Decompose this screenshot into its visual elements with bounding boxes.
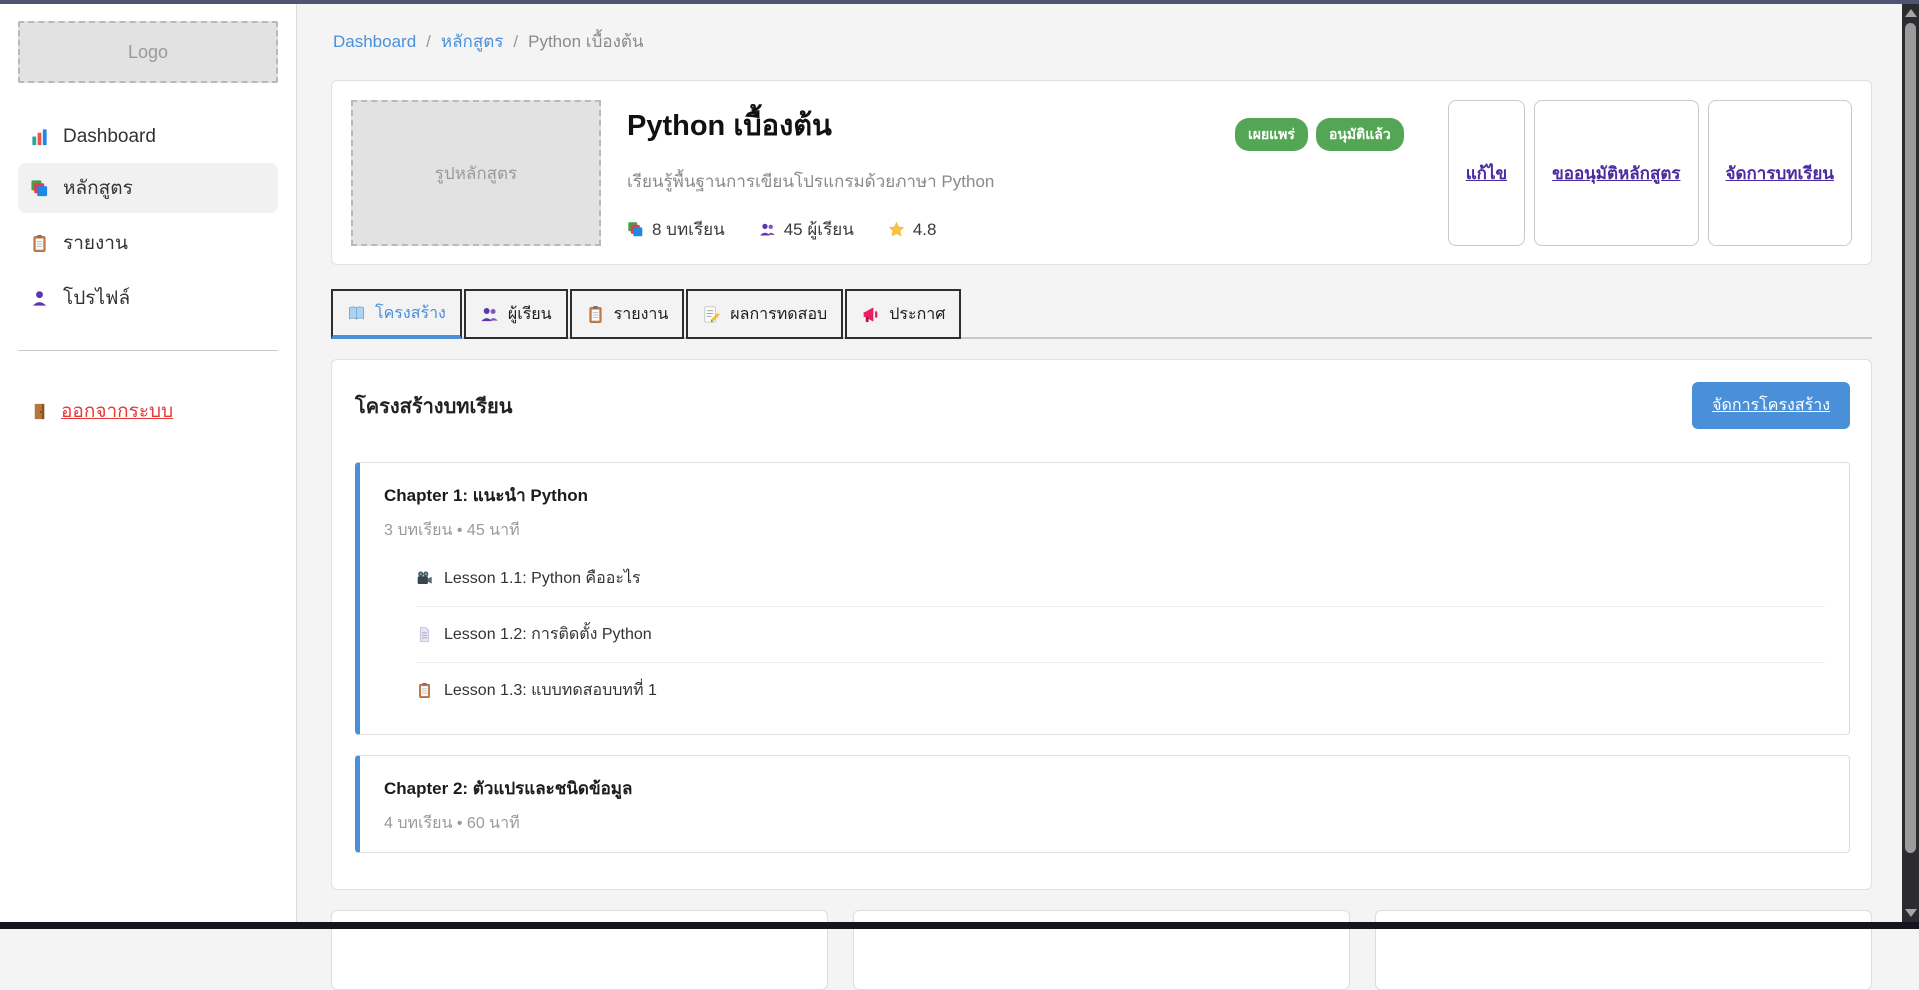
tab-structure-label: โครงสร้าง <box>375 301 446 326</box>
status-badge-published: เผยแพร่ <box>1235 118 1308 151</box>
breadcrumb: Dashboard / หลักสูตร / Python เบื้องต้น <box>331 28 1872 55</box>
window-top-edge <box>0 0 1919 4</box>
edit-course-button[interactable]: แก้ไข <box>1448 100 1525 246</box>
manage-lessons-button[interactable]: จัดการบทเรียน <box>1708 100 1853 246</box>
movie-camera-icon <box>416 570 433 587</box>
stat-students: 45 ผู้เรียน <box>759 216 854 243</box>
megaphone-icon <box>861 305 880 324</box>
breadcrumb-dashboard[interactable]: Dashboard <box>333 32 416 52</box>
lesson-row-1-3[interactable]: Lesson 1.3: แบบทดสอบบทที่ 1 <box>416 663 1825 718</box>
books-icon <box>30 179 49 198</box>
chapter-title: Chapter 2: ตัวแปรและชนิดข้อมูล <box>384 775 1825 802</box>
breadcrumb-current-course: Python เบื้องต้น <box>528 28 643 55</box>
course-description: เรียนรู้พื้นฐานการเขียนโปรแกรมด้วยภาษา P… <box>627 168 1235 195</box>
sidebar-item-label: รายงาน <box>63 228 128 258</box>
window-bottom-edge <box>0 922 1919 929</box>
sidebar-item-label: หลักสูตร <box>63 173 133 203</box>
door-icon <box>30 402 49 421</box>
busts-icon <box>480 305 499 324</box>
course-image-placeholder: รูปหลักสูตร <box>351 100 601 246</box>
sidebar-item-label: Dashboard <box>63 126 156 148</box>
sidebar-item-courses[interactable]: หลักสูตร <box>18 163 278 213</box>
tab-test-results[interactable]: ผลการทดสอบ <box>686 289 843 339</box>
edit-course-label: แก้ไข <box>1466 160 1507 187</box>
manage-lessons-label: จัดการบทเรียน <box>1726 160 1835 187</box>
sidebar-item-profile[interactable]: โปรไฟล์ <box>18 273 278 323</box>
sidebar-item-dashboard[interactable]: Dashboard <box>18 116 278 158</box>
books-icon <box>627 221 644 238</box>
main-content: Dashboard / หลักสูตร / Python เบื้องต้น … <box>297 4 1902 922</box>
vertical-scrollbar[interactable] <box>1902 4 1919 922</box>
scroll-down-arrow-icon[interactable] <box>1905 909 1917 917</box>
course-title: Python เบื้องต้น <box>627 102 1235 148</box>
structure-panel-header: โครงสร้างบทเรียน จัดการโครงสร้าง <box>355 382 1850 429</box>
tab-test-results-label: ผลการทดสอบ <box>730 302 827 327</box>
logout-label: ออกจากระบบ <box>61 396 173 426</box>
structure-panel: โครงสร้างบทเรียน จัดการโครงสร้าง Chapter… <box>331 359 1872 890</box>
stat-rating-label: 4.8 <box>913 220 937 240</box>
stat-rating: 4.8 <box>888 220 937 240</box>
sidebar-item-reports[interactable]: รายงาน <box>18 218 278 268</box>
tab-announcements[interactable]: ประกาศ <box>845 289 961 339</box>
lesson-list: Lesson 1.1: Python คืออะไร Lesson 1.2: ก… <box>416 551 1825 718</box>
course-actions: แก้ไข ขออนุมัติหลักสูตร จัดการบทเรียน <box>1448 100 1852 246</box>
lesson-label: Lesson 1.2: การติดตั้ง Python <box>444 622 652 647</box>
tab-reports-label: รายงาน <box>614 302 669 327</box>
lesson-row-1-1[interactable]: Lesson 1.1: Python คืออะไร <box>416 551 1825 607</box>
sidebar-item-label: โปรไฟล์ <box>63 283 130 313</box>
course-status-badges: เผยแพร่ อนุมัติแล้ว <box>1235 118 1404 151</box>
logo-placeholder: Logo <box>18 21 278 83</box>
clipboard-icon <box>30 234 49 253</box>
chapter-meta: 4 บทเรียน • 60 นาที <box>384 811 1825 836</box>
chapter-title: Chapter 1: แนะนำ Python <box>384 482 1825 509</box>
chapter-card-1: Chapter 1: แนะนำ Python 3 บทเรียน • 45 น… <box>355 462 1850 735</box>
tab-announcements-label: ประกาศ <box>889 302 945 327</box>
breadcrumb-separator: / <box>513 32 518 52</box>
person-icon <box>30 289 49 308</box>
sidebar: Logo Dashboard หลักสูตร รายงาน โปรไฟล์ อ <box>0 4 297 922</box>
manage-structure-label: จัดการโครงสร้าง <box>1712 397 1830 414</box>
chapter-meta: 3 บทเรียน • 45 นาที <box>384 518 1825 543</box>
scrollbar-thumb[interactable] <box>1905 23 1916 853</box>
page-icon <box>416 626 433 643</box>
stat-lessons: 8 บทเรียน <box>627 216 725 243</box>
course-tab-bar: โครงสร้าง ผู้เรียน รายงาน ผลการทดสอบ ประ… <box>331 289 1872 339</box>
app-root: Logo Dashboard หลักสูตร รายงาน โปรไฟล์ อ <box>0 0 1919 929</box>
course-stats: 8 บทเรียน 45 ผู้เรียน 4.8 <box>627 216 1235 243</box>
breadcrumb-separator: / <box>426 32 431 52</box>
request-approval-label: ขออนุมัติหลักสูตร <box>1552 160 1680 187</box>
lesson-label: Lesson 1.1: Python คืออะไร <box>444 566 641 591</box>
tab-students-label: ผู้เรียน <box>508 302 552 327</box>
course-info: Python เบื้องต้น เรียนรู้พื้นฐานการเขียน… <box>627 100 1235 243</box>
sidebar-divider <box>18 350 278 351</box>
clipboard-icon <box>416 682 433 699</box>
lesson-row-1-2[interactable]: Lesson 1.2: การติดตั้ง Python <box>416 607 1825 663</box>
tab-structure[interactable]: โครงสร้าง <box>331 289 462 339</box>
sidebar-nav: Dashboard หลักสูตร รายงาน โปรไฟล์ <box>18 116 278 323</box>
status-badge-approved: อนุมัติแล้ว <box>1316 118 1404 151</box>
lesson-label: Lesson 1.3: แบบทดสอบบทที่ 1 <box>444 678 657 703</box>
stat-lessons-label: 8 บทเรียน <box>652 216 725 243</box>
busts-icon <box>759 221 776 238</box>
star-icon <box>888 221 905 238</box>
logout-link[interactable]: ออกจากระบบ <box>18 396 278 426</box>
stat-students-label: 45 ผู้เรียน <box>784 216 854 243</box>
manage-structure-button[interactable]: จัดการโครงสร้าง <box>1692 382 1850 429</box>
tab-reports[interactable]: รายงาน <box>570 289 685 339</box>
open-book-icon <box>347 304 366 323</box>
scroll-up-arrow-icon[interactable] <box>1905 9 1917 17</box>
bar-chart-icon <box>30 128 49 147</box>
breadcrumb-courses[interactable]: หลักสูตร <box>441 28 503 55</box>
clipboard-icon <box>586 305 605 324</box>
structure-panel-title: โครงสร้างบทเรียน <box>355 390 512 422</box>
tab-students[interactable]: ผู้เรียน <box>464 289 568 339</box>
memo-pencil-icon <box>702 305 721 324</box>
request-approval-button[interactable]: ขออนุมัติหลักสูตร <box>1534 100 1698 246</box>
course-header-card: รูปหลักสูตร Python เบื้องต้น เรียนรู้พื้… <box>331 80 1872 265</box>
chapter-card-2: Chapter 2: ตัวแปรและชนิดข้อมูล 4 บทเรียน… <box>355 755 1850 853</box>
